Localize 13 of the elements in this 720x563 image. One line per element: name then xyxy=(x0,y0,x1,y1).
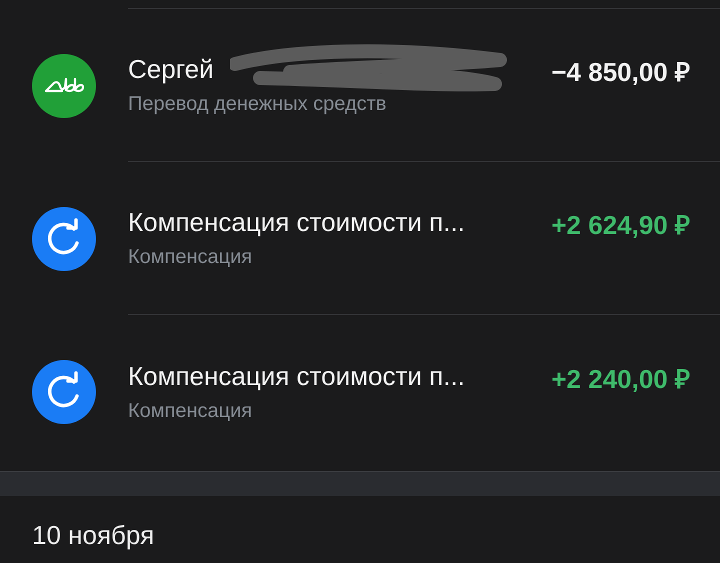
transaction-title: Сергей xyxy=(128,54,214,85)
transaction-category: Компенсация xyxy=(128,246,254,269)
date-header: 10 ноября xyxy=(31,519,156,551)
transaction-title: Компенсация стоимости п... xyxy=(128,360,465,392)
transaction-category: Перевод денежных средств xyxy=(128,93,386,116)
refresh-icon xyxy=(32,360,96,424)
transaction-amount: +2 240,00 ₽ xyxy=(551,362,690,396)
transaction-amount: −4 850,00 ₽ xyxy=(551,56,690,89)
bank-logo-icon xyxy=(32,54,96,118)
transaction-amount: +2 624,90 ₽ xyxy=(551,209,690,242)
transaction-title: Компенсация стоимости п... xyxy=(128,207,465,238)
refresh-icon xyxy=(32,206,96,270)
transaction-category: Компенсация xyxy=(128,400,254,422)
